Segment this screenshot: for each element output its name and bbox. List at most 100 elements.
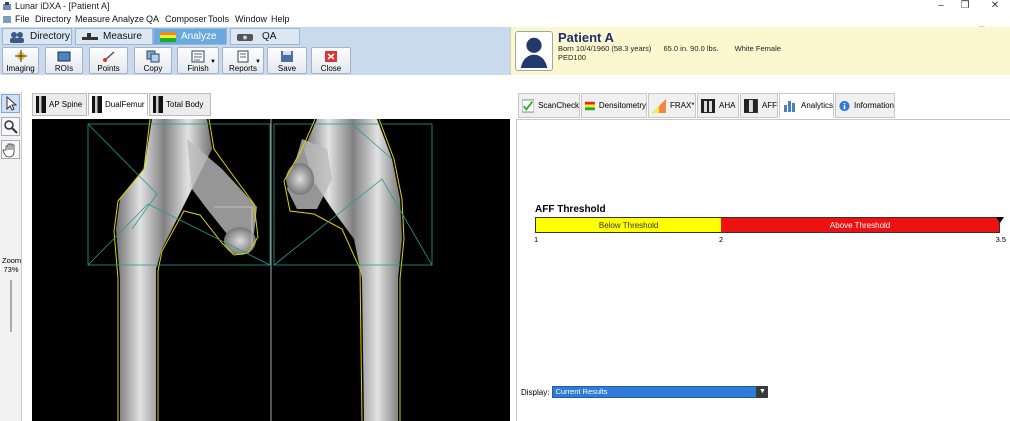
reports-dropdown-icon[interactable]: ▼ bbox=[255, 59, 261, 65]
document-icon bbox=[3, 16, 11, 23]
analyze-icon bbox=[160, 31, 176, 42]
above-threshold-label: Above Threshold bbox=[829, 220, 891, 230]
menu-help[interactable]: Help bbox=[271, 13, 290, 25]
aff-tick-min: 1 bbox=[534, 235, 539, 244]
finish-label: Finish bbox=[187, 64, 209, 73]
densitometry-icon bbox=[585, 101, 595, 110]
pan-tool[interactable] bbox=[1, 140, 20, 159]
tab-aha[interactable]: AHA bbox=[697, 93, 739, 118]
finish-icon bbox=[191, 50, 205, 63]
close-button[interactable]: Close bbox=[311, 47, 351, 74]
patient-demographic: White Female bbox=[734, 44, 781, 53]
tab-densitometry[interactable]: Densitometry bbox=[581, 93, 647, 118]
tab-information[interactable]: Information bbox=[835, 93, 895, 118]
mode-directory-label: Directory bbox=[30, 31, 71, 42]
tab-total-body-label: Total Body bbox=[166, 100, 204, 109]
pointer-icon bbox=[6, 95, 18, 111]
points-icon bbox=[102, 51, 115, 62]
mode-analyze-label: Analyze bbox=[181, 31, 217, 42]
tab-scancheck[interactable]: ScanCheck bbox=[518, 93, 580, 118]
menu-directory[interactable]: Directory bbox=[35, 13, 71, 25]
body-thumb-icon bbox=[153, 96, 163, 113]
patient-name: Patient A bbox=[558, 30, 614, 45]
magnifier-icon bbox=[4, 120, 18, 134]
finish-dropdown-icon[interactable]: ▼ bbox=[210, 59, 216, 65]
tab-densitometry-label: Densitometry bbox=[598, 101, 646, 110]
mode-measure-tab[interactable]: Measure bbox=[75, 28, 153, 45]
points-button[interactable]: Points bbox=[89, 47, 128, 74]
frax-icon bbox=[652, 98, 666, 113]
copy-button[interactable]: Copy bbox=[134, 47, 172, 74]
imaging-button[interactable]: Imaging bbox=[2, 47, 39, 74]
patient-born: Born 10/4/1960 (58.3 years) bbox=[558, 44, 652, 53]
close-label: Close bbox=[320, 64, 342, 73]
patient-measures: 65.0 in. 90.0 lbs. bbox=[663, 44, 719, 53]
tab-dualfemur[interactable]: DualFemur bbox=[88, 93, 148, 116]
menu-tools[interactable]: Tools bbox=[208, 13, 229, 25]
tab-frax[interactable]: FRAX* bbox=[648, 93, 696, 118]
tab-frax-label: FRAX* bbox=[670, 101, 695, 110]
display-row: Display: Current Results ▼ bbox=[521, 385, 769, 399]
close-window-button[interactable]: ✕ bbox=[980, 0, 1010, 12]
close-icon bbox=[325, 51, 337, 62]
zoom-slider[interactable] bbox=[10, 280, 12, 332]
title-bar: Lunar iDXA - [Patient A] – ❐ ✕ bbox=[0, 0, 1010, 12]
save-button[interactable]: Save bbox=[267, 47, 307, 74]
app-logo-icon bbox=[3, 2, 11, 10]
tab-ap-spine-label: AP Spine bbox=[49, 100, 83, 109]
menu-bar: File Directory Measure Analyze QA Compos… bbox=[0, 12, 1010, 35]
tab-analytics[interactable]: Analytics bbox=[779, 93, 834, 118]
person-icon bbox=[520, 37, 548, 69]
aff-threshold-title: AFF Threshold bbox=[535, 204, 606, 215]
mode-qa-label: QA bbox=[262, 31, 277, 42]
patient-info: Born 10/4/1960 (58.3 years) 65.0 in. 90.… bbox=[558, 44, 781, 53]
aff-icon bbox=[744, 98, 758, 113]
mode-qa-tab[interactable]: QA bbox=[230, 28, 300, 45]
finish-button[interactable]: Finish ▼ bbox=[177, 47, 219, 74]
reports-button[interactable]: Reports ▼ bbox=[222, 47, 264, 74]
pointer-tool[interactable] bbox=[1, 94, 20, 113]
menu-window[interactable]: Window bbox=[235, 13, 267, 25]
menu-composer[interactable]: Composer bbox=[165, 13, 207, 25]
chevron-down-icon[interactable]: ▼ bbox=[756, 386, 769, 398]
patient-header: Patient A Born 10/4/1960 (58.3 years) 65… bbox=[510, 27, 1010, 75]
menu-analyze[interactable]: Analyze bbox=[112, 13, 144, 25]
zoom-readout: Zoom 73% bbox=[2, 256, 22, 274]
tab-aha-label: AHA bbox=[719, 101, 736, 110]
tab-aff[interactable]: AFF bbox=[740, 93, 778, 118]
zoom-label: Zoom bbox=[2, 256, 22, 265]
restore-button[interactable]: ❐ bbox=[950, 0, 980, 12]
display-select[interactable]: Current Results ▼ bbox=[552, 386, 769, 398]
zoom-tool[interactable] bbox=[1, 117, 20, 136]
below-threshold-segment: Below Threshold bbox=[536, 218, 722, 232]
reports-icon bbox=[237, 50, 249, 63]
save-label: Save bbox=[277, 64, 297, 73]
tab-total-body[interactable]: Total Body bbox=[149, 93, 211, 116]
left-tool-strip: Zoom 73% bbox=[0, 92, 22, 421]
points-label: Points bbox=[97, 64, 120, 73]
aff-tick-threshold: 2 bbox=[719, 235, 724, 244]
zoom-value: 73% bbox=[3, 265, 19, 274]
tab-aff-label: AFF bbox=[761, 101, 777, 110]
info-icon bbox=[839, 100, 850, 111]
mode-analyze-tab[interactable]: Analyze bbox=[153, 28, 227, 45]
menu-qa[interactable]: QA bbox=[146, 13, 159, 25]
menu-file[interactable]: File bbox=[15, 13, 30, 25]
dual-femur-image[interactable] bbox=[32, 119, 510, 421]
display-label: Display: bbox=[521, 387, 550, 397]
scanner-icon bbox=[82, 32, 98, 40]
mode-bar: Directory Measure Analyze QA bbox=[0, 27, 510, 46]
analytics-icon bbox=[783, 100, 795, 112]
avatar bbox=[515, 31, 553, 71]
tab-analytics-label: Analytics bbox=[800, 101, 833, 110]
rois-label: ROIs bbox=[54, 64, 74, 73]
rois-button[interactable]: ROIs bbox=[45, 47, 83, 74]
femur-thumb-icon bbox=[92, 96, 102, 113]
above-threshold-segment: Above Threshold bbox=[721, 218, 999, 232]
people-icon bbox=[10, 31, 24, 43]
hand-icon bbox=[2, 143, 15, 158]
qa-icon bbox=[237, 33, 253, 41]
menu-measure[interactable]: Measure bbox=[75, 13, 110, 25]
tab-ap-spine[interactable]: AP Spine bbox=[32, 93, 87, 116]
mode-directory-tab[interactable]: Directory bbox=[2, 28, 72, 45]
